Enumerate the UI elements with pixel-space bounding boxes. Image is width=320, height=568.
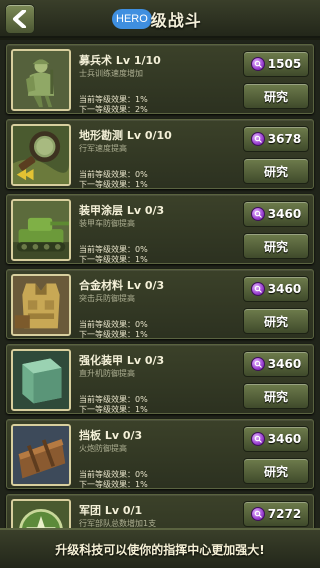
hint-text: 升级科技可以使你的指挥中心更加强大! (55, 542, 265, 557)
gem-icon (250, 357, 265, 371)
cost-button[interactable]: 1505 (243, 51, 309, 77)
tech-description: 行军速度提高 (79, 144, 127, 153)
soldier-icon (11, 49, 71, 111)
tech-description: 装甲车防御提高 (79, 219, 135, 228)
research-button[interactable]: 研究 (243, 458, 309, 484)
tech-description: 士兵训练速度增加 (79, 69, 143, 78)
cost-value: 3460 (267, 432, 302, 446)
gem-icon (250, 432, 265, 446)
cost-button[interactable]: 3460 (243, 351, 309, 377)
tech-card: 募兵术 Lv 1/10 士兵训练速度增加 当前等级效果：1% 下一等级效果：2%… (6, 44, 314, 114)
next-effect: 下一等级效果：1% (79, 255, 148, 264)
tech-card: 地形勘测 Lv 0/10 行军速度提高 当前等级效果：0% 下一等级效果：1% … (6, 119, 314, 189)
legion-icon (11, 499, 71, 528)
tech-name: 军团 Lv 0/1 (79, 504, 143, 517)
research-button[interactable]: 研究 (243, 383, 309, 409)
tech-name: 募兵术 Lv 1/10 (79, 54, 161, 67)
gem-icon (250, 132, 265, 146)
gem-icon (250, 207, 265, 221)
cost-value: 1505 (267, 57, 302, 71)
hint-bar: 升级科技可以使你的指挥中心更加强大! (0, 528, 320, 568)
next-effect: 下一等级效果：1% (79, 180, 148, 189)
page-title: HERO 级战斗 (112, 8, 202, 30)
next-effect: 下一等级效果：2% (79, 105, 148, 114)
tech-card: 装甲涂层 Lv 0/3 装甲车防御提高 当前等级效果：0% 下一等级效果：1% … (6, 194, 314, 264)
research-label: 研究 (263, 164, 288, 179)
cost-value: 3460 (267, 282, 302, 296)
tech-description: 行军部队总数增加1支 (79, 519, 157, 528)
cost-value: 3678 (267, 132, 302, 146)
back-button[interactable] (5, 4, 35, 34)
page-title-text: 级战斗 (150, 11, 202, 30)
cost-button[interactable]: 3460 (243, 276, 309, 302)
research-label: 研究 (263, 389, 288, 404)
hero-badge: HERO (112, 9, 152, 29)
tech-description: 突击兵防御提高 (79, 294, 135, 303)
armor-block-icon (11, 349, 71, 411)
barrier-icon (11, 424, 71, 486)
tech-description: 火炮防御提高 (79, 444, 127, 453)
cost-value: 3460 (267, 357, 302, 371)
tech-name: 挡板 Lv 0/3 (79, 429, 143, 442)
vest-icon (11, 274, 71, 336)
tech-name: 强化装甲 Lv 0/3 (79, 354, 165, 367)
magnifier-icon (11, 124, 71, 186)
tech-card: 合金材料 Lv 0/3 突击兵防御提高 当前等级效果：0% 下一等级效果：1% … (6, 269, 314, 339)
tech-description: 直升机防御提高 (79, 369, 135, 378)
tech-card: 军团 Lv 0/1 行军部队总数增加1支 7272 (6, 494, 314, 528)
research-label: 研究 (263, 239, 288, 254)
cost-value: 3460 (267, 207, 302, 221)
cost-button[interactable]: 3460 (243, 201, 309, 227)
next-effect: 下一等级效果：1% (79, 405, 148, 414)
cost-button[interactable]: 7272 (243, 501, 309, 527)
tech-list[interactable]: 募兵术 Lv 1/10 士兵训练速度增加 当前等级效果：1% 下一等级效果：2%… (0, 40, 320, 528)
next-effect: 下一等级效果：1% (79, 330, 148, 339)
research-label: 研究 (263, 314, 288, 329)
cost-button[interactable]: 3460 (243, 426, 309, 452)
tech-card: 强化装甲 Lv 0/3 直升机防御提高 当前等级效果：0% 下一等级效果：1% … (6, 344, 314, 414)
cost-value: 7272 (267, 507, 302, 521)
research-button[interactable]: 研究 (243, 158, 309, 184)
gem-icon (250, 282, 265, 296)
tank-icon (11, 199, 71, 261)
gem-icon (250, 57, 265, 71)
cost-button[interactable]: 3678 (243, 126, 309, 152)
next-effect: 下一等级效果：1% (79, 480, 148, 489)
research-label: 研究 (263, 89, 288, 104)
chevron-left-icon (13, 10, 26, 28)
research-button[interactable]: 研究 (243, 83, 309, 109)
tech-name: 装甲涂层 Lv 0/3 (79, 204, 165, 217)
top-bar: HERO 级战斗 (0, 0, 320, 38)
research-button[interactable]: 研究 (243, 308, 309, 334)
tech-card: 挡板 Lv 0/3 火炮防御提高 当前等级效果：0% 下一等级效果：1% 346… (6, 419, 314, 489)
research-button[interactable]: 研究 (243, 233, 309, 259)
research-label: 研究 (263, 464, 288, 479)
gem-icon (250, 507, 265, 521)
tech-name: 地形勘测 Lv 0/10 (79, 129, 172, 142)
tech-name: 合金材料 Lv 0/3 (79, 279, 165, 292)
